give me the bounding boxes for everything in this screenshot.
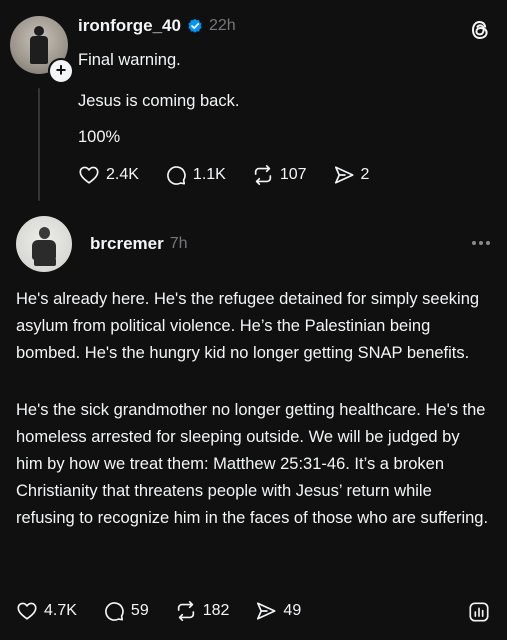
verified-badge-icon [187, 18, 203, 34]
post2-timestamp: 7h [169, 235, 188, 252]
post1-username[interactable]: ironforge_40 [78, 16, 181, 36]
post2-header: brcremer 7h [90, 234, 188, 254]
post1-line-1: Final warning. [78, 51, 181, 69]
post2-like-button[interactable]: 4.7K [16, 600, 77, 622]
post2-paragraph-1: He's already here. He's the refugee deta… [16, 290, 480, 362]
post2-like-count: 4.7K [44, 602, 77, 619]
post1-action-bar: 2.4K 1.1K 107 2 [78, 164, 369, 186]
post1-repost-count: 107 [279, 166, 307, 183]
post1-line-3: 100% [78, 128, 121, 146]
share-icon [255, 600, 277, 622]
more-dots-icon[interactable] [472, 241, 490, 245]
repost-icon [175, 600, 197, 622]
post2-share-button[interactable]: 49 [255, 600, 301, 622]
post1-timestamp: 22h [208, 17, 236, 34]
post1-reply-count: 1.1K [192, 166, 226, 183]
post1-repost-button[interactable]: 107 [252, 164, 307, 186]
comment-icon [103, 600, 125, 622]
insights-icon[interactable] [468, 601, 490, 623]
post1-reply-button[interactable]: 1.1K [165, 164, 226, 186]
repost-icon [252, 164, 274, 186]
post2-paragraph-2: He's the sick grandmother no longer gett… [16, 401, 489, 527]
post1-share-button[interactable]: 2 [333, 164, 370, 186]
post2-repost-button[interactable]: 182 [175, 600, 230, 622]
comment-icon [165, 164, 187, 186]
post1-like-button[interactable]: 2.4K [78, 164, 139, 186]
follow-plus-icon[interactable]: + [48, 58, 74, 84]
thread-connector-line [38, 88, 40, 201]
heart-icon [16, 600, 38, 622]
post2-reply-button[interactable]: 59 [103, 600, 149, 622]
share-icon [333, 164, 355, 186]
post1-share-count: 2 [360, 166, 370, 183]
post1-like-count: 2.4K [106, 166, 139, 183]
heart-icon [78, 164, 100, 186]
post2-repost-count: 182 [202, 602, 230, 619]
post1-header: ironforge_40 22h [78, 16, 236, 36]
post2-share-count: 49 [283, 602, 302, 619]
post2-reply-count: 59 [130, 602, 149, 619]
post2-username[interactable]: brcremer [90, 234, 164, 254]
post2-action-bar: 4.7K 59 182 49 [16, 600, 301, 622]
post2-avatar[interactable] [16, 216, 72, 272]
post1-line-2: Jesus is coming back. [78, 92, 240, 110]
threads-logo-icon[interactable] [468, 18, 492, 42]
